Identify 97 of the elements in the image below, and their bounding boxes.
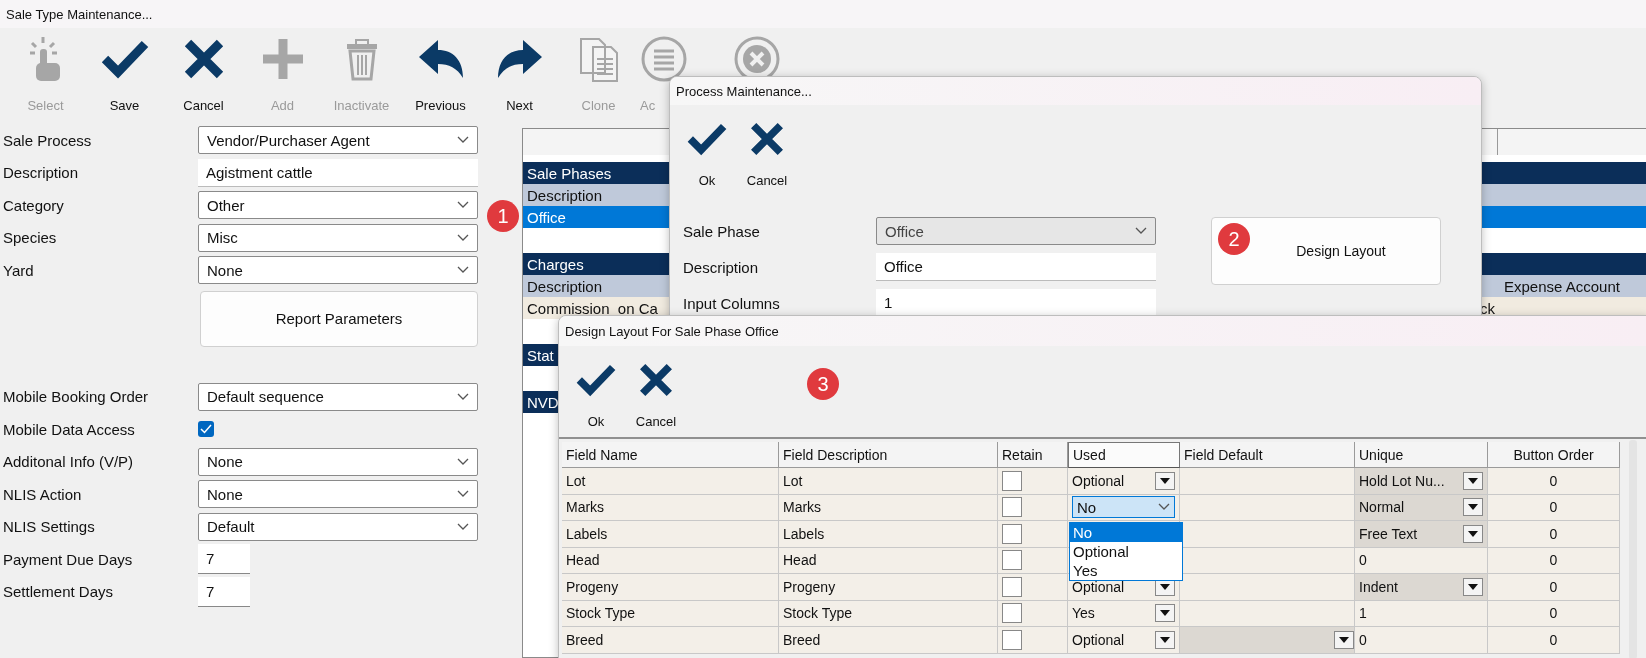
table-cell: 0 [1549,631,1558,648]
chevron-icon [457,490,469,498]
field-label: Additonal Info (V/P) [3,453,135,470]
table-cell: 1 [1359,605,1367,622]
field-label: Yard [3,261,35,279]
number-badge: 1 [487,200,519,232]
field-label: Mobile Data Access [3,420,136,438]
window-title: Process Maintenance... [676,83,812,99]
open-dropdown[interactable]: No [1072,496,1175,519]
dropdown-field[interactable]: Default sequence [198,382,478,411]
chevron-icon [457,392,469,401]
number-field[interactable]: 7 [198,544,250,574]
field-label: NLIS Action [3,485,83,503]
chevron-icon [1135,227,1147,235]
table-cell: Breed [566,631,604,648]
checkbox[interactable] [1002,497,1022,518]
table-cell: 0 [1549,578,1558,595]
toolbar-button[interactable]: Cancel [629,360,683,437]
table-cell: Labels [783,525,825,542]
table-cell: Progeny [783,578,836,595]
field-label: Mobile Booking Order [3,388,150,405]
toolbar-button[interactable]: Ok [569,360,623,437]
checkbox[interactable] [1002,603,1022,624]
chevron-icon [457,233,469,242]
table-cell: 0 [1549,605,1558,622]
text-field[interactable]: 1 [876,289,1156,317]
chevron-icon [1158,503,1170,512]
field-label: Payment Due Days [3,550,134,568]
dropdown-field[interactable]: Misc [198,223,478,252]
number-field[interactable]: 7 [198,576,250,607]
chevron-icon [457,201,469,209]
table-cell: Marks [566,499,605,516]
table-cell: Lot [783,472,803,489]
dropdown-field[interactable]: None [198,480,478,508]
toolbar-button[interactable]: Next [480,28,559,120]
list-icon [640,35,688,83]
table-cell: Head [566,552,600,569]
dropdown-field[interactable]: Other [198,191,478,219]
table-cell: Breed [783,631,821,648]
field-label: Input Columns [683,294,781,312]
number-badge: 3 [807,368,839,400]
field-label: Description [3,164,80,181]
chevron-icon [457,522,469,531]
table-cell: Marks [783,499,822,516]
report-parameters-button[interactable]: Report Parameters [200,290,478,347]
chevron-icon [457,136,469,144]
table-cell: 0 [1359,552,1367,569]
table-cell: Stock Type [783,605,852,622]
table-cell: 0 [1359,631,1367,648]
column-header: Description [527,277,603,295]
checkbox[interactable] [1002,576,1022,597]
chevron-icon [457,457,469,466]
table-cell: Lot [566,472,586,489]
dropdown-field[interactable]: Vendor/Purchaser Agent [198,126,478,154]
table-cell: 0 [1549,552,1558,569]
table-cell[interactable]: Office [527,208,566,226]
table-cell: Head [783,552,817,569]
field-label: Settlement Days [3,583,115,600]
toolbar-button[interactable]: Cancel [164,28,243,120]
field-label: Description [683,258,760,276]
column-header: Expense Account [1504,277,1620,295]
design-layout-button[interactable]: Design Layout 2 [1211,217,1441,285]
field-label: Sale Process [3,131,93,149]
text-field[interactable]: Office [876,253,1156,281]
table-cell: Labels [566,525,608,542]
window-title: Design Layout For Sale Phase Office [565,323,779,339]
checkbox[interactable] [1002,523,1022,544]
toolbar-button[interactable]: Save [85,28,164,120]
toolbar-button[interactable]: Previous [401,28,480,120]
scrollbar[interactable] [1629,440,1637,658]
list-option[interactable]: No [1070,523,1182,542]
field-label: Category [3,196,65,214]
dropdown-field[interactable]: None [198,447,478,476]
list-option[interactable]: Optional [1070,542,1182,561]
field-label: Sale Phase [683,222,761,240]
table-cell: 0 [1549,472,1558,489]
table-cell[interactable]: Commission_on Ca [527,299,658,317]
field-label: NLIS Settings [3,518,96,535]
table-cell: Stock Type [566,605,635,622]
column-header: Description [527,186,603,204]
table-cell: Progeny [566,578,619,595]
dropdown-field[interactable]: None [198,256,478,284]
field-label: Species [3,229,58,246]
number-badge: 2 [1218,223,1250,255]
checkbox[interactable] [1002,470,1022,491]
checkbox[interactable] [1002,550,1022,571]
column-header[interactable]: Used [1073,447,1106,463]
text-field[interactable]: Agistment cattle [198,158,478,187]
table-cell: 0 [1549,499,1558,516]
window-title: Sale Type Maintenance... [6,6,153,22]
checkbox[interactable] [1002,629,1022,650]
table-cell: 0 [1549,525,1558,542]
checkbox[interactable] [198,421,214,437]
dropdown-field[interactable]: Default [198,512,478,541]
cell-dropdown[interactable] [1180,627,1354,653]
chevron-icon [457,266,469,274]
list-option[interactable]: Yes [1070,561,1182,580]
